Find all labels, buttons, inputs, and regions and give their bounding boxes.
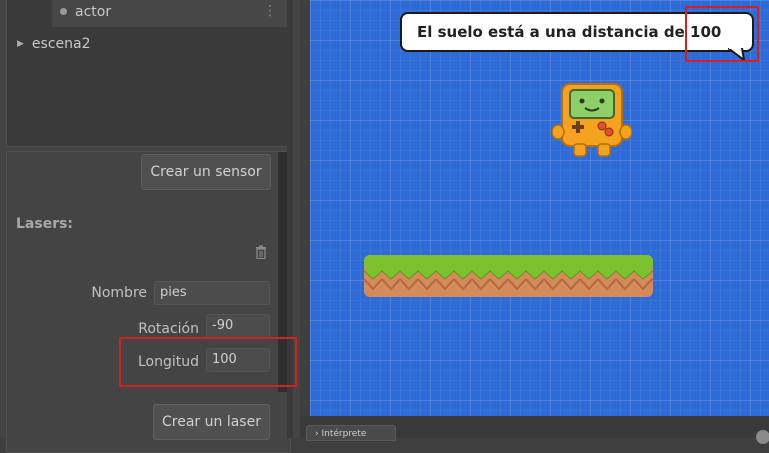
trash-icon[interactable] — [255, 245, 267, 259]
tree-item-label: escena2 — [31, 36, 91, 52]
game-canvas[interactable]: El suelo está a una distancia de 100 — [310, 0, 769, 416]
more-options-icon[interactable]: ⋮ — [263, 3, 277, 19]
editor-panel: actor ⋮ ▶ escena2 Crear un sensor Lasers:… — [0, 0, 300, 453]
create-sensor-button[interactable]: Crear un sensor — [141, 154, 271, 190]
tree-item-actor[interactable]: actor ⋮ — [52, 0, 287, 27]
properties-panel: Crear un sensor Lasers: Nombre pies Rota… — [6, 151, 291, 453]
lasers-heading: Lasers: — [16, 216, 74, 232]
tree-item-label: actor — [75, 4, 112, 20]
nombre-label: Nombre — [91, 285, 147, 301]
actor-sprite[interactable] — [552, 82, 632, 158]
longitud-highlight-box — [119, 337, 297, 387]
bullet-icon — [60, 8, 67, 15]
scene-tree: actor ⋮ ▶ escena2 — [6, 0, 291, 147]
expand-triangle-icon[interactable]: ▶ — [17, 39, 24, 49]
tree-item-escena2[interactable]: ▶ escena2 — [17, 36, 91, 52]
settings-icon[interactable] — [756, 430, 769, 444]
rotacion-field[interactable]: -90 — [206, 314, 270, 338]
ground-platform[interactable] — [364, 255, 653, 297]
create-laser-button[interactable]: Crear un laser — [153, 404, 270, 440]
rotacion-label: Rotación — [138, 321, 199, 337]
distance-highlight-box — [685, 6, 759, 62]
interpreter-tab[interactable]: › Intérprete — [306, 425, 396, 441]
nombre-field[interactable]: pies — [154, 281, 270, 305]
bottom-bar: › Intérprete — [300, 416, 769, 444]
